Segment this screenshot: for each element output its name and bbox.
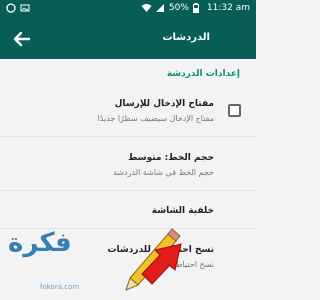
battery-percent: 50%	[168, 3, 189, 13]
row-title: مفتاح الإدخال للإرسال	[114, 99, 214, 109]
whatsapp-icon	[6, 3, 16, 13]
watermark-logo: فكرة	[8, 228, 72, 258]
signal-icon	[155, 3, 165, 13]
wifi-icon	[141, 3, 152, 13]
section-header-chat-settings: إعدادات الدردشة	[166, 69, 240, 79]
app-bar: الدردشات	[0, 19, 256, 59]
enter-is-send-checkbox[interactable]	[228, 104, 241, 117]
status-bar: 50% 11:32 am	[0, 0, 256, 19]
photo-icon	[20, 3, 30, 13]
battery-icon	[192, 3, 203, 13]
divider	[0, 190, 256, 191]
back-arrow-icon[interactable]	[10, 27, 34, 51]
divider	[0, 136, 256, 137]
row-title: خلفية الشاشة	[151, 206, 214, 216]
row-subtitle: نسخ احتياطي	[169, 260, 214, 269]
status-time: 11:32 am	[206, 3, 250, 13]
watermark-url: fokora.com	[40, 283, 80, 291]
row-subtitle: حجم الخط في شاشة الدردشة	[113, 168, 214, 177]
row-subtitle: مفتاح الإدخال سيضيف سطرًا جديدًا	[97, 114, 214, 123]
row-title: حجم الخط: متوسط	[128, 153, 214, 163]
row-title: نسخ احتياطي للدردشات	[107, 245, 215, 255]
status-left-icons	[6, 3, 30, 13]
page-title: الدردشات	[162, 32, 211, 43]
